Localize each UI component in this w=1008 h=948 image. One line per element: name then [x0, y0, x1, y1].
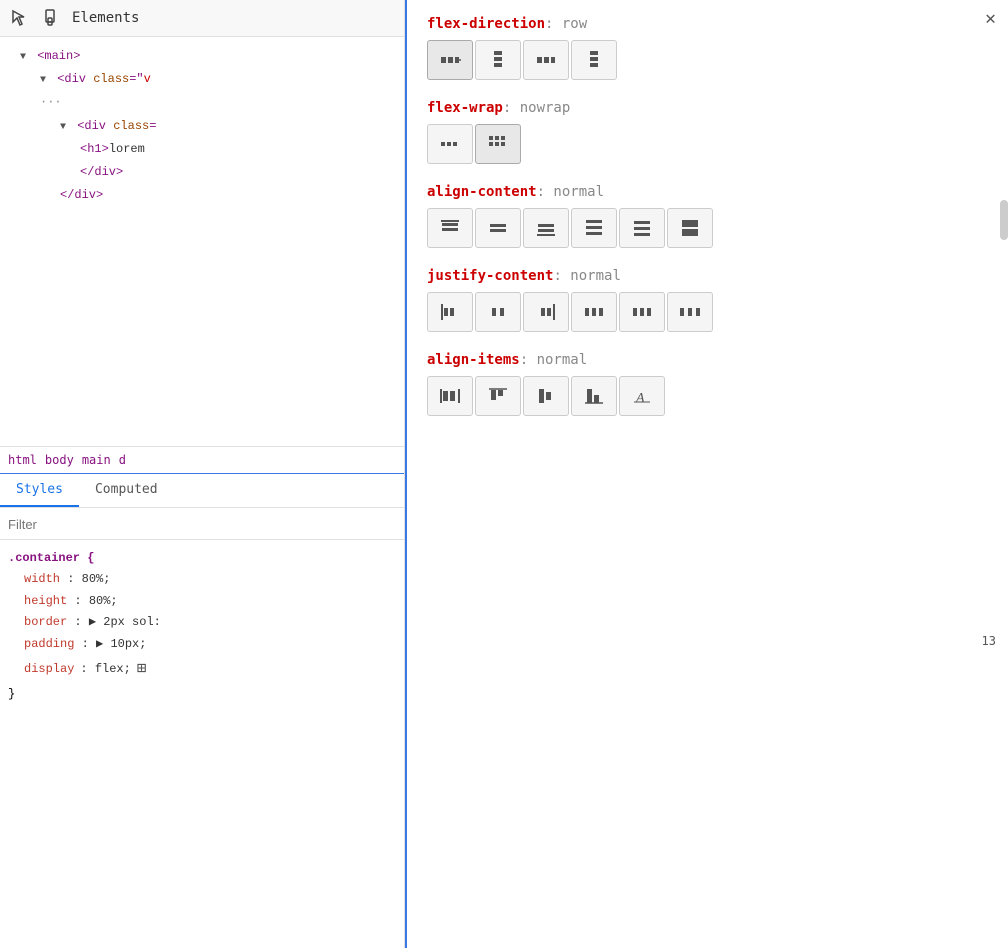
flex-direction-prop-name: flex-direction [427, 16, 545, 32]
flex-wrap-prop-name: flex-wrap [427, 100, 503, 116]
css-selector: .container { [8, 551, 94, 565]
styles-tabs: Styles Computed [0, 474, 404, 508]
align-items-baseline-btn[interactable]: A [619, 376, 665, 416]
css-close: } [8, 684, 396, 706]
css-display: display : flex; ⊞ [8, 655, 396, 684]
tree-div-2[interactable]: ▼ <div class= [0, 115, 404, 138]
toolbar: Elements [0, 0, 404, 37]
inspect-icon[interactable] [8, 6, 32, 30]
breadcrumb-d[interactable]: d [119, 453, 126, 467]
align-content-stretch-btn[interactable] [667, 208, 713, 248]
tree-ellipsis: ··· [0, 91, 404, 114]
flex-wrap-wrap-btn[interactable] [475, 124, 521, 164]
css-rules: .container { width : 80%; height : 80%; … [0, 540, 404, 948]
flex-inspector-panel: ✕ flex-direction: row [405, 0, 1008, 948]
tab-styles[interactable]: Styles [0, 474, 79, 507]
align-content-buttons [427, 208, 988, 248]
align-content-center-btn[interactable] [475, 208, 521, 248]
align-items-buttons: A [427, 376, 988, 416]
scroll-indicator[interactable] [1000, 200, 1008, 240]
flex-wrap-buttons [427, 124, 988, 164]
css-prop-width: width [24, 572, 60, 586]
align-content-space-between-btn[interactable] [571, 208, 617, 248]
flex-direction-buttons [427, 40, 988, 80]
breadcrumb-main[interactable]: main [82, 453, 115, 467]
css-selector-line: .container { [8, 548, 396, 570]
flex-wrap-section: flex-wrap: nowrap [427, 100, 988, 164]
tree-main[interactable]: ▼ <main> [0, 45, 404, 68]
flex-direction-section: flex-direction: row [427, 16, 988, 80]
css-width: width : 80%; [8, 569, 396, 591]
tree-div-1[interactable]: ▼ <div class="v [0, 68, 404, 91]
tab-computed[interactable]: Computed [79, 474, 174, 507]
css-prop-height: height [24, 594, 67, 608]
css-height: height : 80%; [8, 591, 396, 613]
justify-content-end-btn[interactable] [523, 292, 569, 332]
devtools-panel: Elements ▼ <main> ▼ <div class="v ··· ▼ … [0, 0, 1008, 948]
justify-content-buttons [427, 292, 988, 332]
align-items-prop-name: align-items [427, 352, 520, 368]
flex-direction-column-btn[interactable] [475, 40, 521, 80]
css-prop-padding: padding [24, 637, 74, 651]
justify-content-start-btn[interactable] [427, 292, 473, 332]
justify-content-section: justify-content: normal [427, 268, 988, 332]
align-items-label: align-items: normal [427, 352, 988, 368]
align-content-label: align-content: normal [427, 184, 988, 200]
align-content-section: align-content: normal [427, 184, 988, 248]
flex-direction-label: flex-direction: row [427, 16, 988, 32]
html-tree: ▼ <main> ▼ <div class="v ··· ▼ <div clas… [0, 37, 404, 446]
align-content-space-around-btn[interactable] [619, 208, 665, 248]
flex-grid-icon[interactable]: ⊞ [137, 655, 147, 684]
breadcrumb-html[interactable]: html [8, 453, 41, 467]
flex-direction-row-btn[interactable] [427, 40, 473, 80]
justify-content-center-btn[interactable] [475, 292, 521, 332]
filter-input[interactable] [8, 517, 396, 532]
css-border: border : ▶ 2px sol: [8, 612, 396, 634]
panel-title: Elements [72, 10, 139, 26]
left-panel: Elements ▼ <main> ▼ <div class="v ··· ▼ … [0, 0, 405, 948]
css-prop-border: border [24, 615, 67, 629]
flex-wrap-nowrap-btn[interactable] [427, 124, 473, 164]
align-items-section: align-items: normal [427, 352, 988, 416]
align-items-center-btn[interactable] [523, 376, 569, 416]
tree-div-close-2[interactable]: </div> [0, 184, 404, 207]
breadcrumb: html body main d [0, 446, 404, 474]
align-content-prop-name: align-content [427, 184, 537, 200]
align-items-start-btn[interactable] [475, 376, 521, 416]
justify-content-space-between-btn[interactable] [571, 292, 617, 332]
device-icon[interactable] [40, 6, 64, 30]
justify-content-space-evenly-btn[interactable] [667, 292, 713, 332]
align-items-stretch-btn[interactable] [427, 376, 473, 416]
align-content-start-btn[interactable] [427, 208, 473, 248]
justify-content-space-around-btn[interactable] [619, 292, 665, 332]
tree-div-close-1[interactable]: </div> [0, 161, 404, 184]
filter-row [0, 508, 404, 540]
svg-text:A: A [635, 391, 645, 406]
flex-direction-col-reverse-btn[interactable] [571, 40, 617, 80]
close-button[interactable]: ✕ [985, 8, 996, 29]
justify-content-prop-name: justify-content [427, 268, 553, 284]
tree-h1[interactable]: <h1>lorem [0, 138, 404, 161]
page-number: 13 [982, 634, 996, 648]
css-padding: padding : ▶ 10px; [8, 634, 396, 656]
align-items-end-btn[interactable] [571, 376, 617, 416]
css-prop-display: display [24, 659, 74, 681]
justify-content-label: justify-content: normal [427, 268, 988, 284]
flex-direction-row-reverse-btn[interactable] [523, 40, 569, 80]
breadcrumb-body[interactable]: body [45, 453, 78, 467]
flex-wrap-label: flex-wrap: nowrap [427, 100, 988, 116]
align-content-end-btn[interactable] [523, 208, 569, 248]
